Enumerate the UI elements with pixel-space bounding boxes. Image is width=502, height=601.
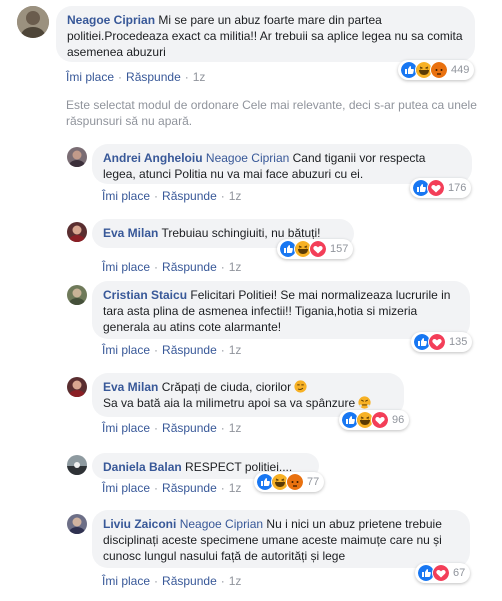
avatar[interactable] bbox=[67, 377, 87, 397]
like-link[interactable]: Îmi place bbox=[102, 574, 150, 588]
reaction-count: 67 bbox=[453, 567, 466, 579]
comment-text: Trebuiau schingiuiti, nu bătuți! bbox=[161, 226, 321, 240]
love-reaction-icon bbox=[432, 564, 450, 582]
love-reaction-icon bbox=[371, 411, 389, 429]
timestamp[interactable]: 1z bbox=[229, 260, 242, 274]
like-link[interactable]: Îmi place bbox=[102, 481, 150, 495]
love-reaction-icon bbox=[428, 333, 446, 351]
reaction-summary[interactable]: 96 bbox=[339, 410, 410, 430]
comment-actions: Îmi place · Răspunde · 1z bbox=[102, 574, 242, 588]
sort-notice: Este selectat modul de ordonare Cele mai… bbox=[66, 98, 477, 128]
main-comment: Neagoe Ciprian Mi se pare un abuz foarte… bbox=[0, 0, 502, 90]
reaction-count: 176 bbox=[448, 182, 467, 194]
timestamp[interactable]: 1z bbox=[193, 70, 206, 84]
reaction-summary[interactable]: 67 bbox=[415, 563, 471, 583]
reply-comment: Daniela Balan RESPECT politiei.... 77 Îm… bbox=[0, 451, 502, 501]
comment-text-line2: Sa va bată aia la milimetru apoi sa va s… bbox=[103, 396, 356, 410]
comment-actions: Îmi place · Răspunde · 1z bbox=[66, 70, 206, 84]
avatar-photo-icon bbox=[67, 455, 87, 475]
timestamp[interactable]: 1z bbox=[229, 574, 242, 588]
reaction-count: 96 bbox=[392, 414, 405, 426]
reply-comment: Eva Milan Crăpați de ciuda, ciorilor Sa … bbox=[0, 371, 502, 441]
like-link[interactable]: Îmi place bbox=[102, 260, 150, 274]
comment-actions: Îmi place · Răspunde · 1z bbox=[102, 260, 242, 274]
reply-comment: Cristian Staicu Felicitari Politiei! Se … bbox=[0, 279, 502, 364]
avatar[interactable] bbox=[17, 6, 49, 38]
like-link[interactable]: Îmi place bbox=[102, 189, 150, 203]
comment-bubble: Liviu Zaiconi Neagoe Ciprian Nu i nici u… bbox=[92, 510, 470, 568]
reply-link[interactable]: Răspunde bbox=[162, 343, 217, 357]
reaction-summary[interactable]: 157 bbox=[277, 239, 354, 259]
reaction-count: 157 bbox=[330, 243, 349, 255]
reply-link[interactable]: Răspunde bbox=[162, 574, 217, 588]
reply-link[interactable]: Răspunde bbox=[162, 421, 217, 435]
angry-reaction-icon bbox=[430, 61, 448, 79]
reaction-count: 449 bbox=[451, 64, 470, 76]
avatar-photo-icon bbox=[67, 147, 87, 167]
timestamp[interactable]: 1z bbox=[229, 481, 242, 495]
reaction-summary[interactable]: 77 bbox=[254, 472, 325, 492]
smirk-emoji-icon bbox=[294, 380, 308, 393]
reply-comment: Eva Milan Trebuiau schingiuiti, nu bătuț… bbox=[0, 216, 502, 274]
angry-reaction-icon bbox=[286, 473, 304, 491]
comment-author[interactable]: Eva Milan bbox=[103, 226, 158, 240]
reply-link[interactable]: Răspunde bbox=[162, 189, 217, 203]
avatar-photo-icon bbox=[67, 514, 87, 534]
comment-author[interactable]: Eva Milan bbox=[103, 380, 158, 394]
reply-link[interactable]: Răspunde bbox=[162, 260, 217, 274]
avatar-photo-icon bbox=[67, 285, 87, 305]
timestamp[interactable]: 1z bbox=[229, 343, 242, 357]
reaction-count: 77 bbox=[307, 476, 320, 488]
like-link[interactable]: Îmi place bbox=[102, 343, 150, 357]
reply-link[interactable]: Răspunde bbox=[126, 70, 181, 84]
mention-link[interactable]: Neagoe Ciprian bbox=[180, 517, 263, 531]
avatar[interactable] bbox=[67, 147, 87, 167]
avatar-photo-icon bbox=[17, 6, 49, 38]
timestamp[interactable]: 1z bbox=[229, 189, 242, 203]
avatar-photo-icon bbox=[67, 222, 87, 242]
reaction-summary[interactable]: 135 bbox=[411, 332, 473, 352]
comment-author[interactable]: Andrei Angheloiu bbox=[103, 151, 203, 165]
avatar-photo-icon bbox=[67, 377, 87, 397]
comment-bubble: Neagoe Ciprian Mi se pare un abuz foarte… bbox=[56, 6, 475, 62]
mention-link[interactable]: Neagoe Ciprian bbox=[206, 151, 289, 165]
comment-author[interactable]: Neagoe Ciprian bbox=[67, 13, 155, 27]
avatar[interactable] bbox=[67, 514, 87, 534]
reaction-count: 135 bbox=[449, 336, 468, 348]
timestamp[interactable]: 1z bbox=[229, 421, 242, 435]
reaction-summary[interactable]: 176 bbox=[410, 178, 472, 198]
avatar[interactable] bbox=[67, 285, 87, 305]
like-link[interactable]: Îmi place bbox=[66, 70, 114, 84]
comment-author[interactable]: Liviu Zaiconi bbox=[103, 517, 176, 531]
triumph-emoji-icon bbox=[358, 396, 372, 409]
love-reaction-icon bbox=[309, 240, 327, 258]
comment-actions: Îmi place · Răspunde · 1z bbox=[102, 189, 242, 203]
reaction-summary[interactable]: 449 bbox=[398, 60, 475, 80]
reply-comment: Liviu Zaiconi Neagoe Ciprian Nu i nici u… bbox=[0, 507, 502, 601]
comment-author[interactable]: Daniela Balan bbox=[103, 460, 182, 474]
comment-bubble: Cristian Staicu Felicitari Politiei! Se … bbox=[92, 281, 470, 339]
comment-author[interactable]: Cristian Staicu bbox=[103, 288, 187, 302]
comment-actions: Îmi place · Răspunde · 1z bbox=[102, 481, 242, 495]
reply-link[interactable]: Răspunde bbox=[162, 481, 217, 495]
avatar[interactable] bbox=[67, 222, 87, 242]
love-reaction-icon bbox=[427, 179, 445, 197]
comment-actions: Îmi place · Răspunde · 1z bbox=[102, 421, 242, 435]
like-link[interactable]: Îmi place bbox=[102, 421, 150, 435]
comment-text: Crăpați de ciuda, ciorilor bbox=[161, 380, 292, 394]
comment-actions: Îmi place · Răspunde · 1z bbox=[102, 343, 242, 357]
avatar[interactable] bbox=[67, 455, 87, 475]
reply-comment: Andrei Angheloiu Neagoe Ciprian Cand tig… bbox=[0, 140, 502, 210]
